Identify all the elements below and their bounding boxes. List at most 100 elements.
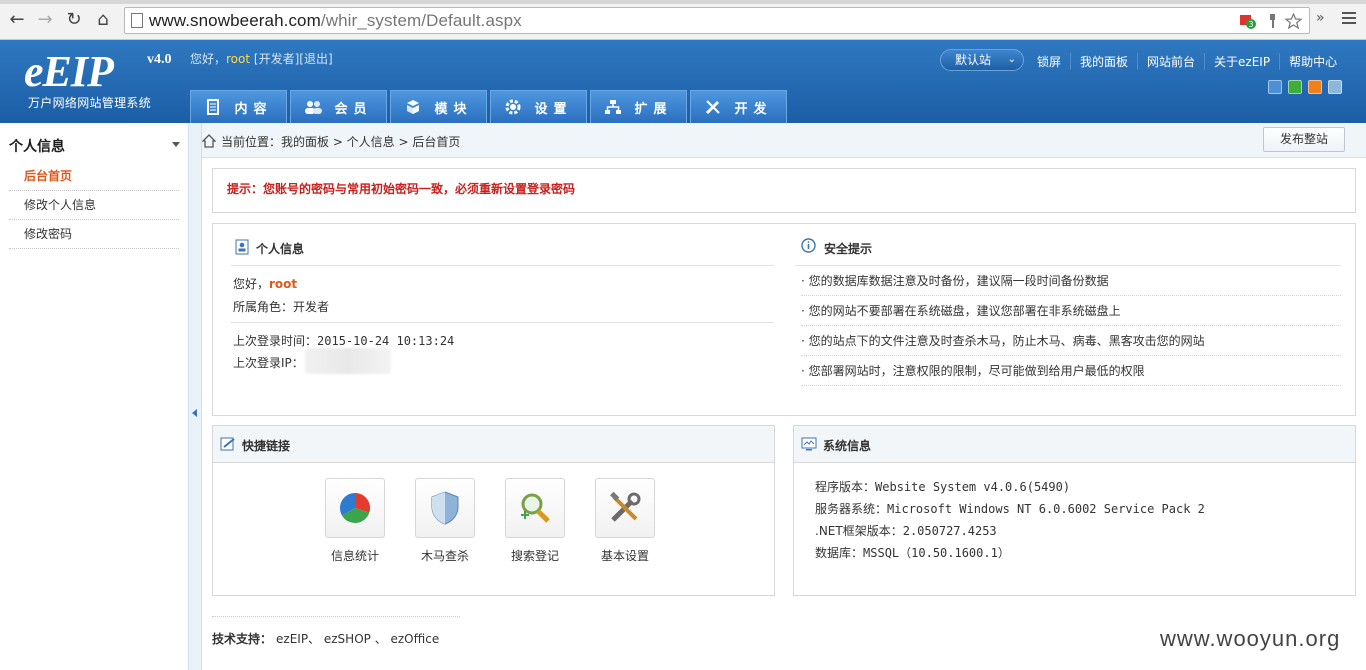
- key-icon[interactable]: [1264, 13, 1281, 29]
- nav-develop[interactable]: 开发: [690, 90, 787, 123]
- last-login-time: 上次登录时间：2015-10-24 10:13:24: [233, 334, 455, 348]
- logout-link[interactable]: [退出]: [299, 52, 332, 66]
- top-links: 锁屏 我的面板 网站前台 关于ezEIP 帮助中心: [1037, 53, 1346, 70]
- contact-card-icon: [235, 239, 249, 255]
- redacted-ip: [305, 348, 391, 374]
- users-icon: [304, 98, 323, 116]
- hello-line: 您好，root: [233, 277, 298, 291]
- quick-link-search-register[interactable]: 搜索登记: [505, 478, 565, 564]
- quick-links-header: 快捷链接: [213, 426, 774, 463]
- about-link[interactable]: 关于ezEIP: [1204, 53, 1279, 70]
- nav-settings[interactable]: 设置: [490, 90, 587, 123]
- tech-support: 技术支持： ezEIP、 ezSHOP 、 ezOffice: [212, 632, 440, 646]
- quick-link-trojan-scan[interactable]: 木马查杀: [415, 478, 475, 564]
- user-greeting: 您好，root [开发者][退出]: [190, 52, 333, 66]
- collapse-left-icon[interactable]: [192, 409, 197, 417]
- monitor-icon: [801, 437, 817, 451]
- system-info-header: 系统信息: [794, 426, 1355, 463]
- sidebar-item-home[interactable]: 后台首页: [9, 162, 179, 191]
- sidebar-title: 个人信息: [9, 139, 65, 155]
- system-info-panel: 系统信息 程序版本：Website System v4.0.6(5490) 服务…: [793, 425, 1356, 596]
- publish-site-button[interactable]: 发布整站: [1263, 127, 1345, 152]
- menu-icon[interactable]: [1342, 12, 1356, 27]
- url-text[interactable]: www.snowbeerah.com/whir_system/Default.a…: [149, 11, 522, 31]
- back-icon[interactable]: ←: [6, 10, 28, 30]
- shield-icon[interactable]: [415, 478, 475, 538]
- breadcrumb: 当前位置：我的面板 > 个人信息 > 后台首页: [202, 133, 460, 150]
- nav-extensions[interactable]: 扩展: [590, 90, 687, 123]
- logo: eEIP: [24, 47, 114, 96]
- document-icon: [204, 98, 222, 116]
- nav-content[interactable]: 内容: [190, 90, 287, 123]
- quick-link-stats[interactable]: 信息统计: [325, 478, 385, 564]
- pie-chart-icon[interactable]: [325, 478, 385, 538]
- skin-green[interactable]: [1288, 80, 1302, 94]
- security-tip: · 您的站点下的文件注意及时查杀木马，防止木马、病毒、黑客攻击您的网站: [801, 326, 1341, 356]
- gear-icon: [504, 98, 522, 116]
- lock-screen-link[interactable]: 锁屏: [1037, 53, 1070, 70]
- svg-text:3: 3: [1248, 20, 1253, 29]
- notice-text: 提示：您账号的密码与常用初始密码一致，必须重新设置登录密码: [227, 182, 576, 196]
- reload-icon[interactable]: ↻: [63, 10, 85, 30]
- main-nav: 内容 会员 模块 设置 扩展 开发: [190, 90, 787, 123]
- last-login-ip-label: 上次登录IP：: [233, 356, 304, 370]
- extension-badge-icon[interactable]: 3: [1239, 13, 1256, 29]
- cubes-icon: [404, 98, 422, 116]
- quick-link-basic-settings[interactable]: 基本设置: [595, 478, 655, 564]
- home-icon: [202, 134, 216, 148]
- breadcrumb-bar: 当前位置：我的面板 > 个人信息 > 后台首页 发布整站: [202, 123, 1366, 158]
- nav-members[interactable]: 会员: [290, 90, 387, 123]
- star-icon[interactable]: [1285, 13, 1302, 29]
- security-tip: · 您的网站不要部署在系统磁盘，建议您部署在非系统磁盘上: [801, 296, 1341, 326]
- personal-info-panel: 个人信息 您好，root 所属角色：开发者 上次登录时间：2015-10-24 …: [212, 223, 1356, 416]
- magnifier-icon[interactable]: [505, 478, 565, 538]
- database-version: 数据库：MSSQL（10.50.1600.1）: [815, 546, 1010, 560]
- sidebar-item-edit-profile[interactable]: 修改个人信息: [9, 191, 179, 220]
- security-title: 安全提示: [824, 242, 873, 256]
- tools-icon[interactable]: [595, 478, 655, 538]
- watermark: www.wooyun.org: [1160, 626, 1341, 651]
- skin-switcher: [1268, 80, 1342, 94]
- role-line: 所属角色：开发者: [233, 300, 330, 314]
- personal-info-title: 个人信息: [256, 242, 305, 256]
- logo-version: v4.0: [147, 52, 172, 67]
- overflow-icon[interactable]: »: [1316, 10, 1325, 26]
- nav-modules[interactable]: 模块: [390, 90, 487, 123]
- support-links[interactable]: ezEIP、 ezSHOP 、 ezOffice: [276, 632, 439, 646]
- sidebar-splitter[interactable]: [189, 123, 202, 670]
- user-role: [开发者]: [253, 52, 300, 66]
- collapse-arrow-icon[interactable]: [172, 142, 180, 147]
- skin-orange[interactable]: [1308, 80, 1322, 94]
- page-icon: [131, 13, 143, 28]
- chevron-down-icon: ⌄: [1007, 54, 1016, 65]
- skin-blue[interactable]: [1268, 80, 1282, 94]
- site-select[interactable]: 默认站 ⌄: [940, 49, 1024, 71]
- personal-username: root: [269, 277, 298, 291]
- logo-subtitle: 万户网络网站管理系统: [28, 96, 152, 110]
- edit-link-icon: [220, 437, 235, 451]
- skin-light[interactable]: [1328, 80, 1342, 94]
- sitemap-icon: [604, 98, 622, 116]
- tab-strip: [0, 0, 1366, 4]
- address-bar[interactable]: www.snowbeerah.com/whir_system/Default.a…: [124, 7, 1310, 34]
- tools-icon: [704, 98, 722, 116]
- security-tip: · 您的数据库数据注意及时备份，建议隔一段时间备份数据: [801, 266, 1341, 296]
- app-header: eEIP v4.0 万户网络网站管理系统 您好，root [开发者][退出] 内…: [0, 40, 1366, 123]
- sidebar-item-change-password[interactable]: 修改密码: [9, 220, 179, 249]
- my-panel-link[interactable]: 我的面板: [1070, 53, 1137, 70]
- sidebar: 个人信息 后台首页 修改个人信息 修改密码: [0, 123, 189, 670]
- info-icon: [801, 238, 816, 253]
- sidebar-menu: 后台首页 修改个人信息 修改密码: [9, 162, 179, 249]
- program-version: 程序版本：Website System v4.0.6(5490): [815, 480, 1071, 494]
- site-frontend-link[interactable]: 网站前台: [1137, 53, 1204, 70]
- home-icon[interactable]: ⌂: [92, 10, 114, 30]
- quick-links-panel: 快捷链接 信息统计 木马查杀 搜索登记 基本设置: [212, 425, 775, 596]
- security-tip: · 您部署网站时，注意权限的限制，尽可能做到给用户最低的权限: [801, 356, 1341, 386]
- dotnet-version: .NET框架版本：2.050727.4253: [815, 524, 997, 538]
- forward-icon[interactable]: →: [34, 10, 56, 30]
- divider: [212, 616, 460, 617]
- password-notice: 提示：您账号的密码与常用初始密码一致，必须重新设置登录密码: [212, 168, 1356, 213]
- help-center-link[interactable]: 帮助中心: [1279, 53, 1346, 70]
- quick-links: 信息统计 木马查杀 搜索登记 基本设置: [325, 478, 655, 564]
- browser-toolbar: ← → ↻ ⌂ www.snowbeerah.com/whir_system/D…: [0, 0, 1366, 40]
